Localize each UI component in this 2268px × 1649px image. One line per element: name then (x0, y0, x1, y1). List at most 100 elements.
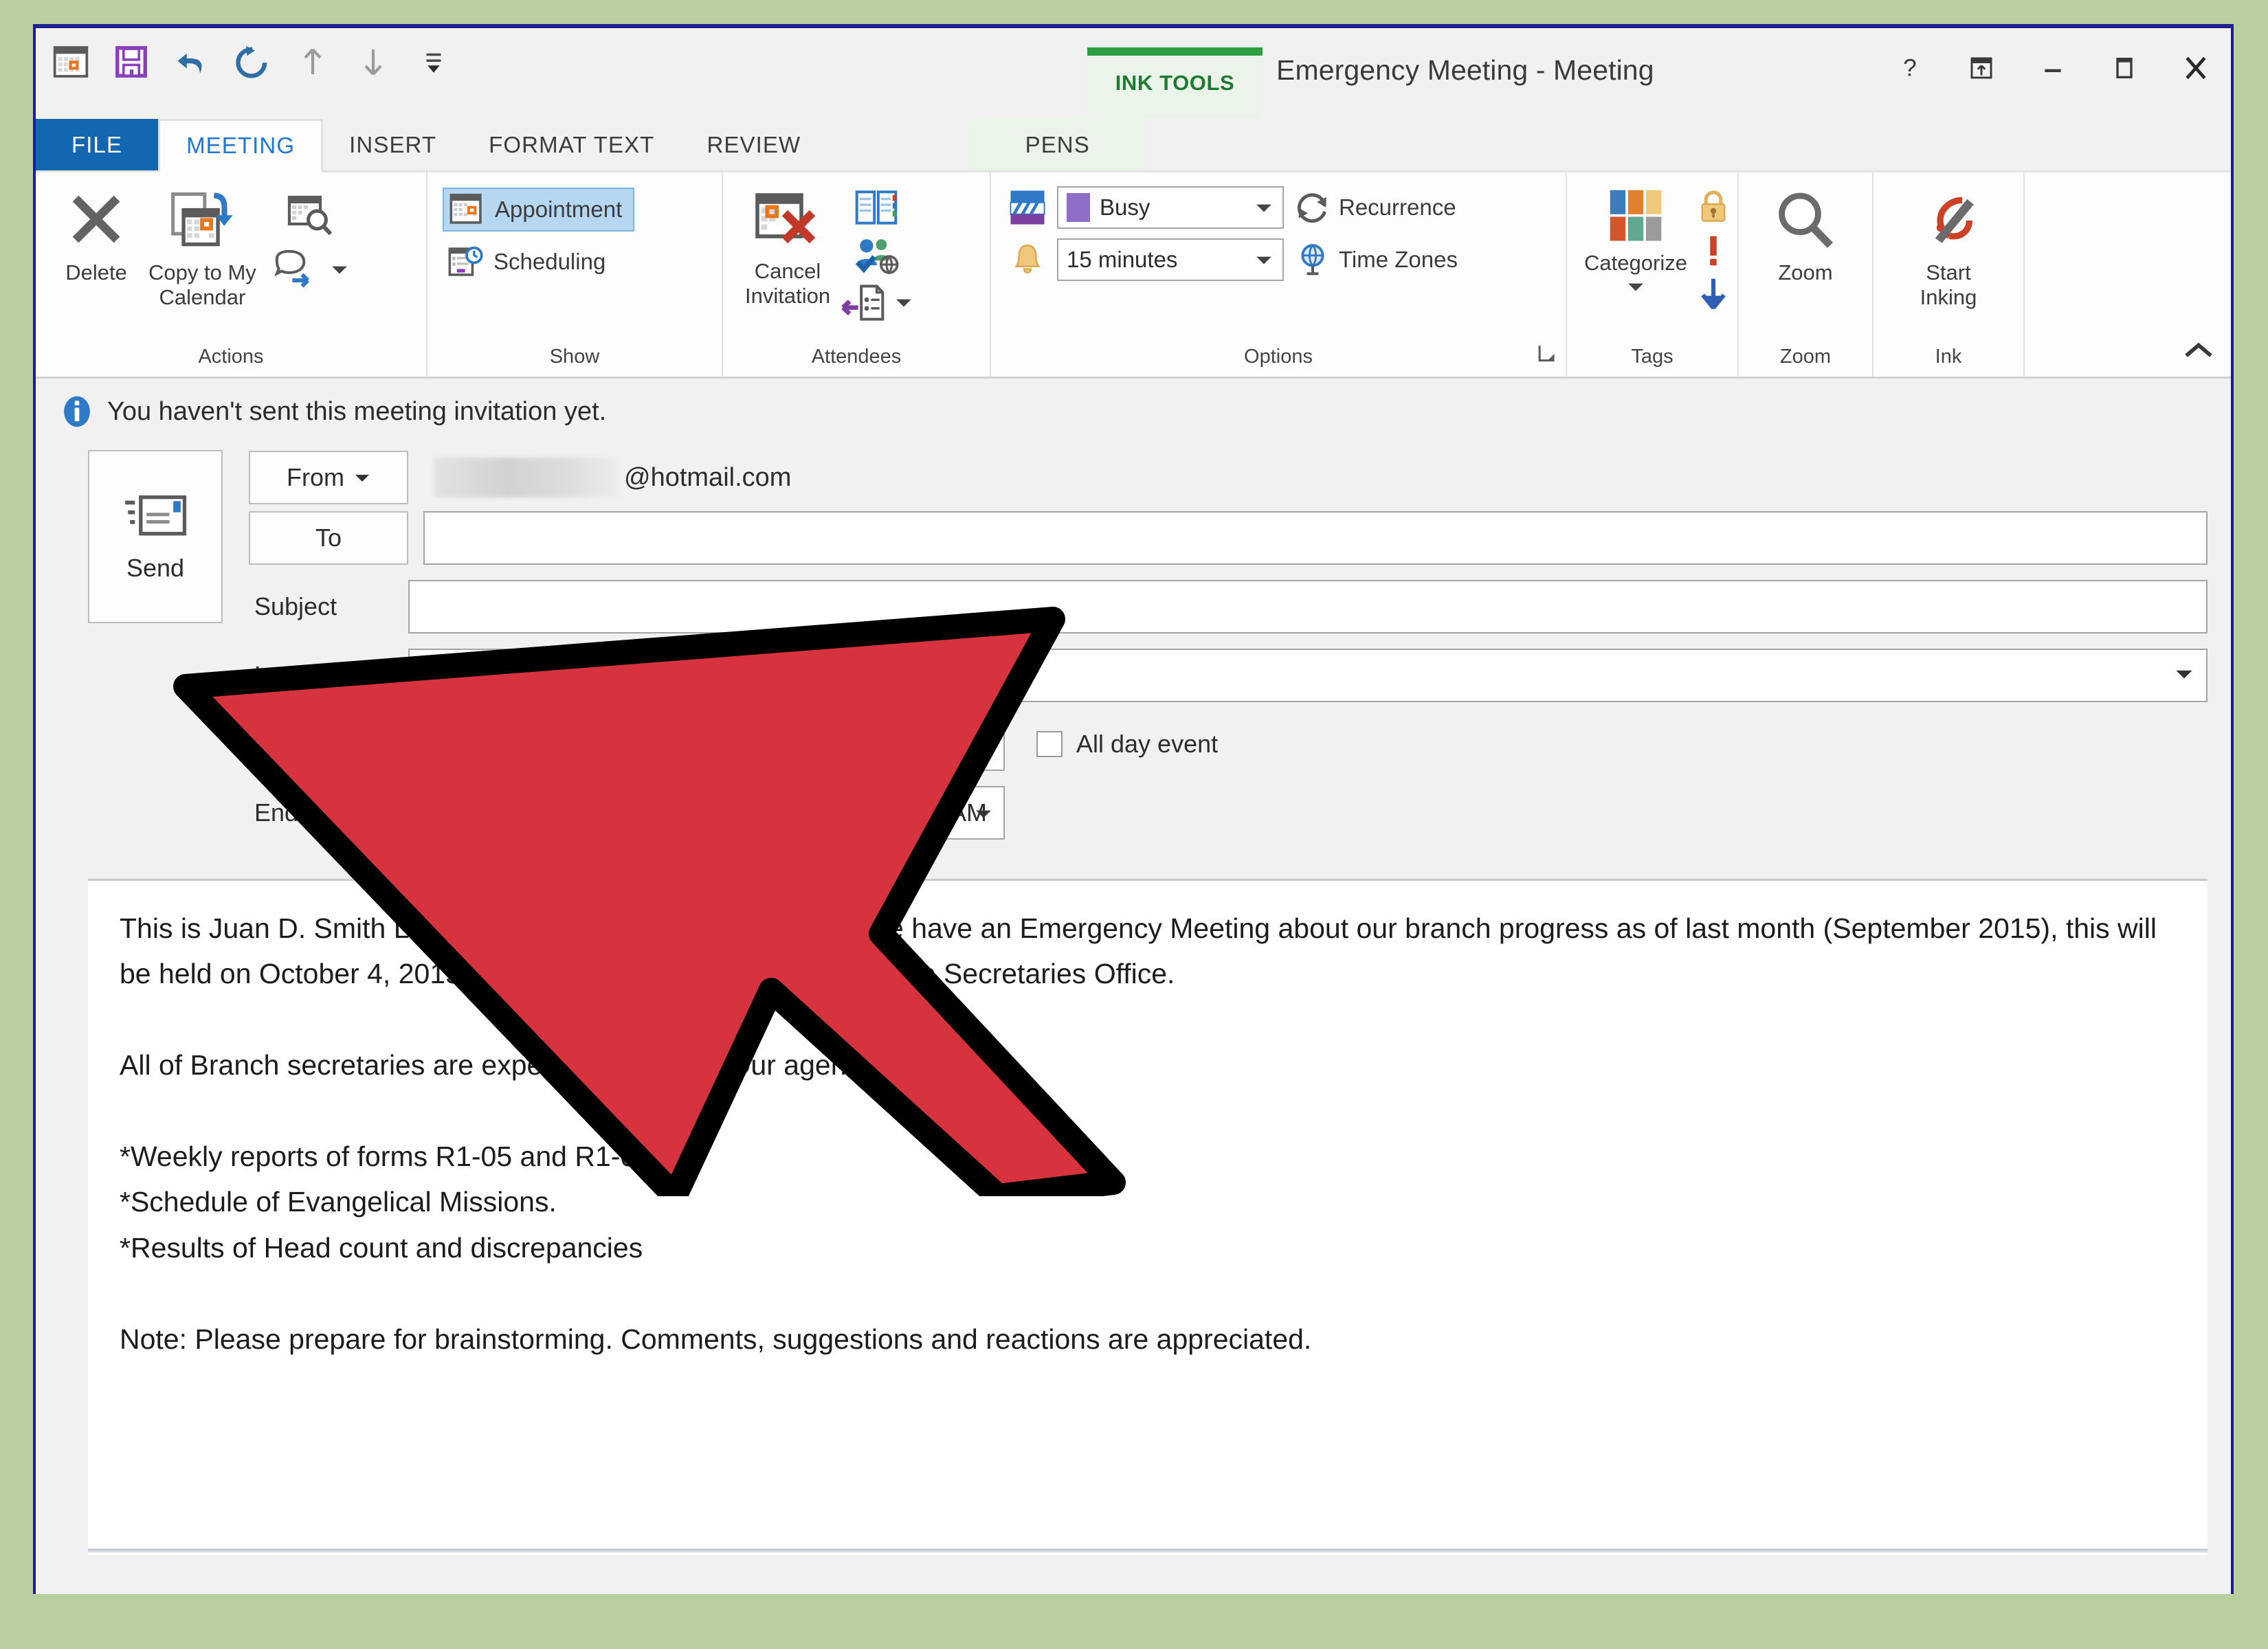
location-row: Location (249, 648, 2208, 703)
previous-item-icon[interactable] (291, 41, 334, 83)
meeting-body-text: This is Juan D. Smith Local Secretary of… (120, 912, 2157, 1355)
copy-to-my-calendar-label: Copy to My Calendar (148, 260, 256, 310)
address-book-icon[interactable] (840, 188, 913, 227)
ribbon-group-tags: Categorize Tags (1567, 172, 1739, 377)
forward-mail-icon[interactable] (271, 249, 321, 292)
group-title-actions: Actions (198, 346, 264, 368)
calendar-icon[interactable] (49, 41, 92, 83)
recurrence-icon (1295, 190, 1331, 225)
tab-insert[interactable]: INSERT (323, 119, 463, 170)
chevron-down-icon[interactable] (2175, 666, 2194, 685)
end-time-row: End time AM (249, 785, 2208, 840)
tab-file[interactable]: FILE (36, 119, 159, 170)
group-title-show: Show (549, 346, 600, 368)
recurrence-button[interactable]: Recurrence (1295, 190, 1456, 225)
chevron-down-icon[interactable] (975, 730, 992, 759)
to-input[interactable] (423, 511, 2208, 565)
redacted-email-name (434, 458, 620, 497)
collapse-ribbon-icon[interactable] (2183, 340, 2214, 367)
group-title-tags: Tags (1631, 346, 1674, 368)
chevron-down-icon[interactable] (975, 798, 992, 827)
copy-to-calendar-icon (168, 188, 236, 254)
start-time-label: Start time (254, 730, 361, 758)
ribbon-display-options-icon[interactable] (1964, 50, 1999, 86)
body-bottom-border (88, 1549, 2208, 1553)
subject-input[interactable] (408, 580, 2208, 633)
location-input[interactable] (408, 649, 2208, 702)
group-title-ink: Ink (1935, 346, 1962, 368)
show-as-icon (1009, 189, 1046, 226)
categorize-button[interactable]: Categorize (1577, 183, 1695, 301)
ribbon-group-zoom: Zoom Zoom (1739, 172, 1874, 377)
start-date-input[interactable] (408, 717, 800, 771)
save-icon[interactable] (110, 41, 153, 83)
delete-x-icon (63, 188, 129, 254)
send-envelope-icon (124, 491, 187, 543)
response-options-dropdown-icon[interactable] (895, 295, 913, 313)
zoom-label: Zoom (1778, 260, 1833, 284)
end-date-input[interactable] (408, 786, 800, 840)
outlook-meeting-window: INK TOOLS Emergency Meeting - Meeting ? (33, 24, 2234, 1594)
all-day-event-checkbox[interactable] (1036, 731, 1063, 757)
meeting-body-editor[interactable]: This is Juan D. Smith Local Secretary of… (88, 879, 2208, 1556)
to-button[interactable]: To (249, 511, 408, 565)
options-dialog-launcher-icon[interactable] (1538, 344, 1559, 370)
help-icon[interactable]: ? (1893, 50, 1927, 86)
subject-row: Subject (249, 579, 2208, 634)
low-importance-icon[interactable] (1697, 276, 1730, 311)
window-title: Emergency Meeting - Meeting (1276, 54, 1654, 86)
start-inking-label: Start Inking (1920, 260, 1977, 310)
recurrence-label: Recurrence (1339, 194, 1456, 220)
redo-icon[interactable] (231, 41, 274, 83)
from-button[interactable]: From (249, 451, 408, 504)
forward-dropdown-icon[interactable] (331, 262, 348, 280)
start-time-input[interactable]: 8:00 AM (818, 717, 1005, 771)
high-importance-icon[interactable] (1698, 233, 1728, 269)
undo-icon[interactable] (170, 41, 213, 83)
from-address: @hotmail.com (434, 458, 791, 497)
cancel-invitation-button[interactable]: Cancel Invitation (735, 183, 840, 313)
close-icon[interactable] (2179, 50, 2213, 86)
all-day-event-control[interactable]: All day event (1036, 730, 1218, 759)
status-bar (36, 1556, 2231, 1594)
all-day-event-label: All day event (1076, 730, 1219, 758)
end-time-input[interactable]: AM (818, 786, 1005, 840)
cancel-invitation-label: Cancel Invitation (745, 259, 831, 309)
send-button[interactable]: Send (88, 450, 223, 623)
tab-pens[interactable]: PENS (970, 119, 1146, 170)
minimize-icon[interactable] (2036, 50, 2070, 86)
next-item-icon[interactable] (352, 41, 394, 83)
ribbon-group-ink: Start Inking Ink (1874, 172, 2025, 377)
zoom-magnifier-icon (1772, 188, 1838, 254)
customize-qat-icon[interactable] (412, 41, 455, 83)
show-appointment-button[interactable]: Appointment (443, 188, 635, 232)
calendar-search-icon[interactable] (271, 193, 348, 238)
reminder-combo[interactable]: 15 minutes (1057, 238, 1284, 281)
group-title-zoom: Zoom (1779, 346, 1832, 368)
group-title-options: Options (1244, 346, 1313, 368)
copy-to-my-calendar-button[interactable]: Copy to My Calendar (139, 183, 266, 315)
check-names-icon[interactable] (840, 236, 913, 276)
private-lock-icon[interactable] (1695, 189, 1732, 226)
cancel-invitation-icon (752, 188, 823, 252)
show-as-combo[interactable]: Busy (1057, 186, 1284, 229)
start-time-row: Start time 8:00 AM All day event (249, 717, 2208, 772)
calendar-picker-icon[interactable] (752, 726, 789, 763)
tab-review[interactable]: REVIEW (680, 119, 827, 170)
ribbon-tabs: FILE MEETING INSERT FORMAT TEXT REVIEW P… (36, 119, 2231, 172)
location-label: Location (254, 661, 348, 689)
zoom-button[interactable]: Zoom (1763, 183, 1848, 289)
delete-button[interactable]: Delete (54, 183, 139, 289)
categorize-dropdown-icon[interactable] (1627, 280, 1645, 297)
maximize-icon[interactable] (2107, 50, 2142, 86)
tab-format-text[interactable]: FORMAT TEXT (463, 119, 680, 170)
start-inking-button[interactable]: Start Inking (1906, 183, 1991, 315)
svg-text:?: ? (1903, 55, 1916, 82)
time-zones-button[interactable]: Time Zones (1295, 241, 1458, 278)
to-label: To (315, 524, 342, 552)
tab-meeting[interactable]: MEETING (158, 119, 324, 172)
show-scheduling-button[interactable]: Scheduling (443, 241, 616, 282)
delete-label: Delete (65, 260, 127, 284)
response-options-icon[interactable] (840, 284, 887, 324)
reminder-bell-icon (1009, 241, 1046, 278)
